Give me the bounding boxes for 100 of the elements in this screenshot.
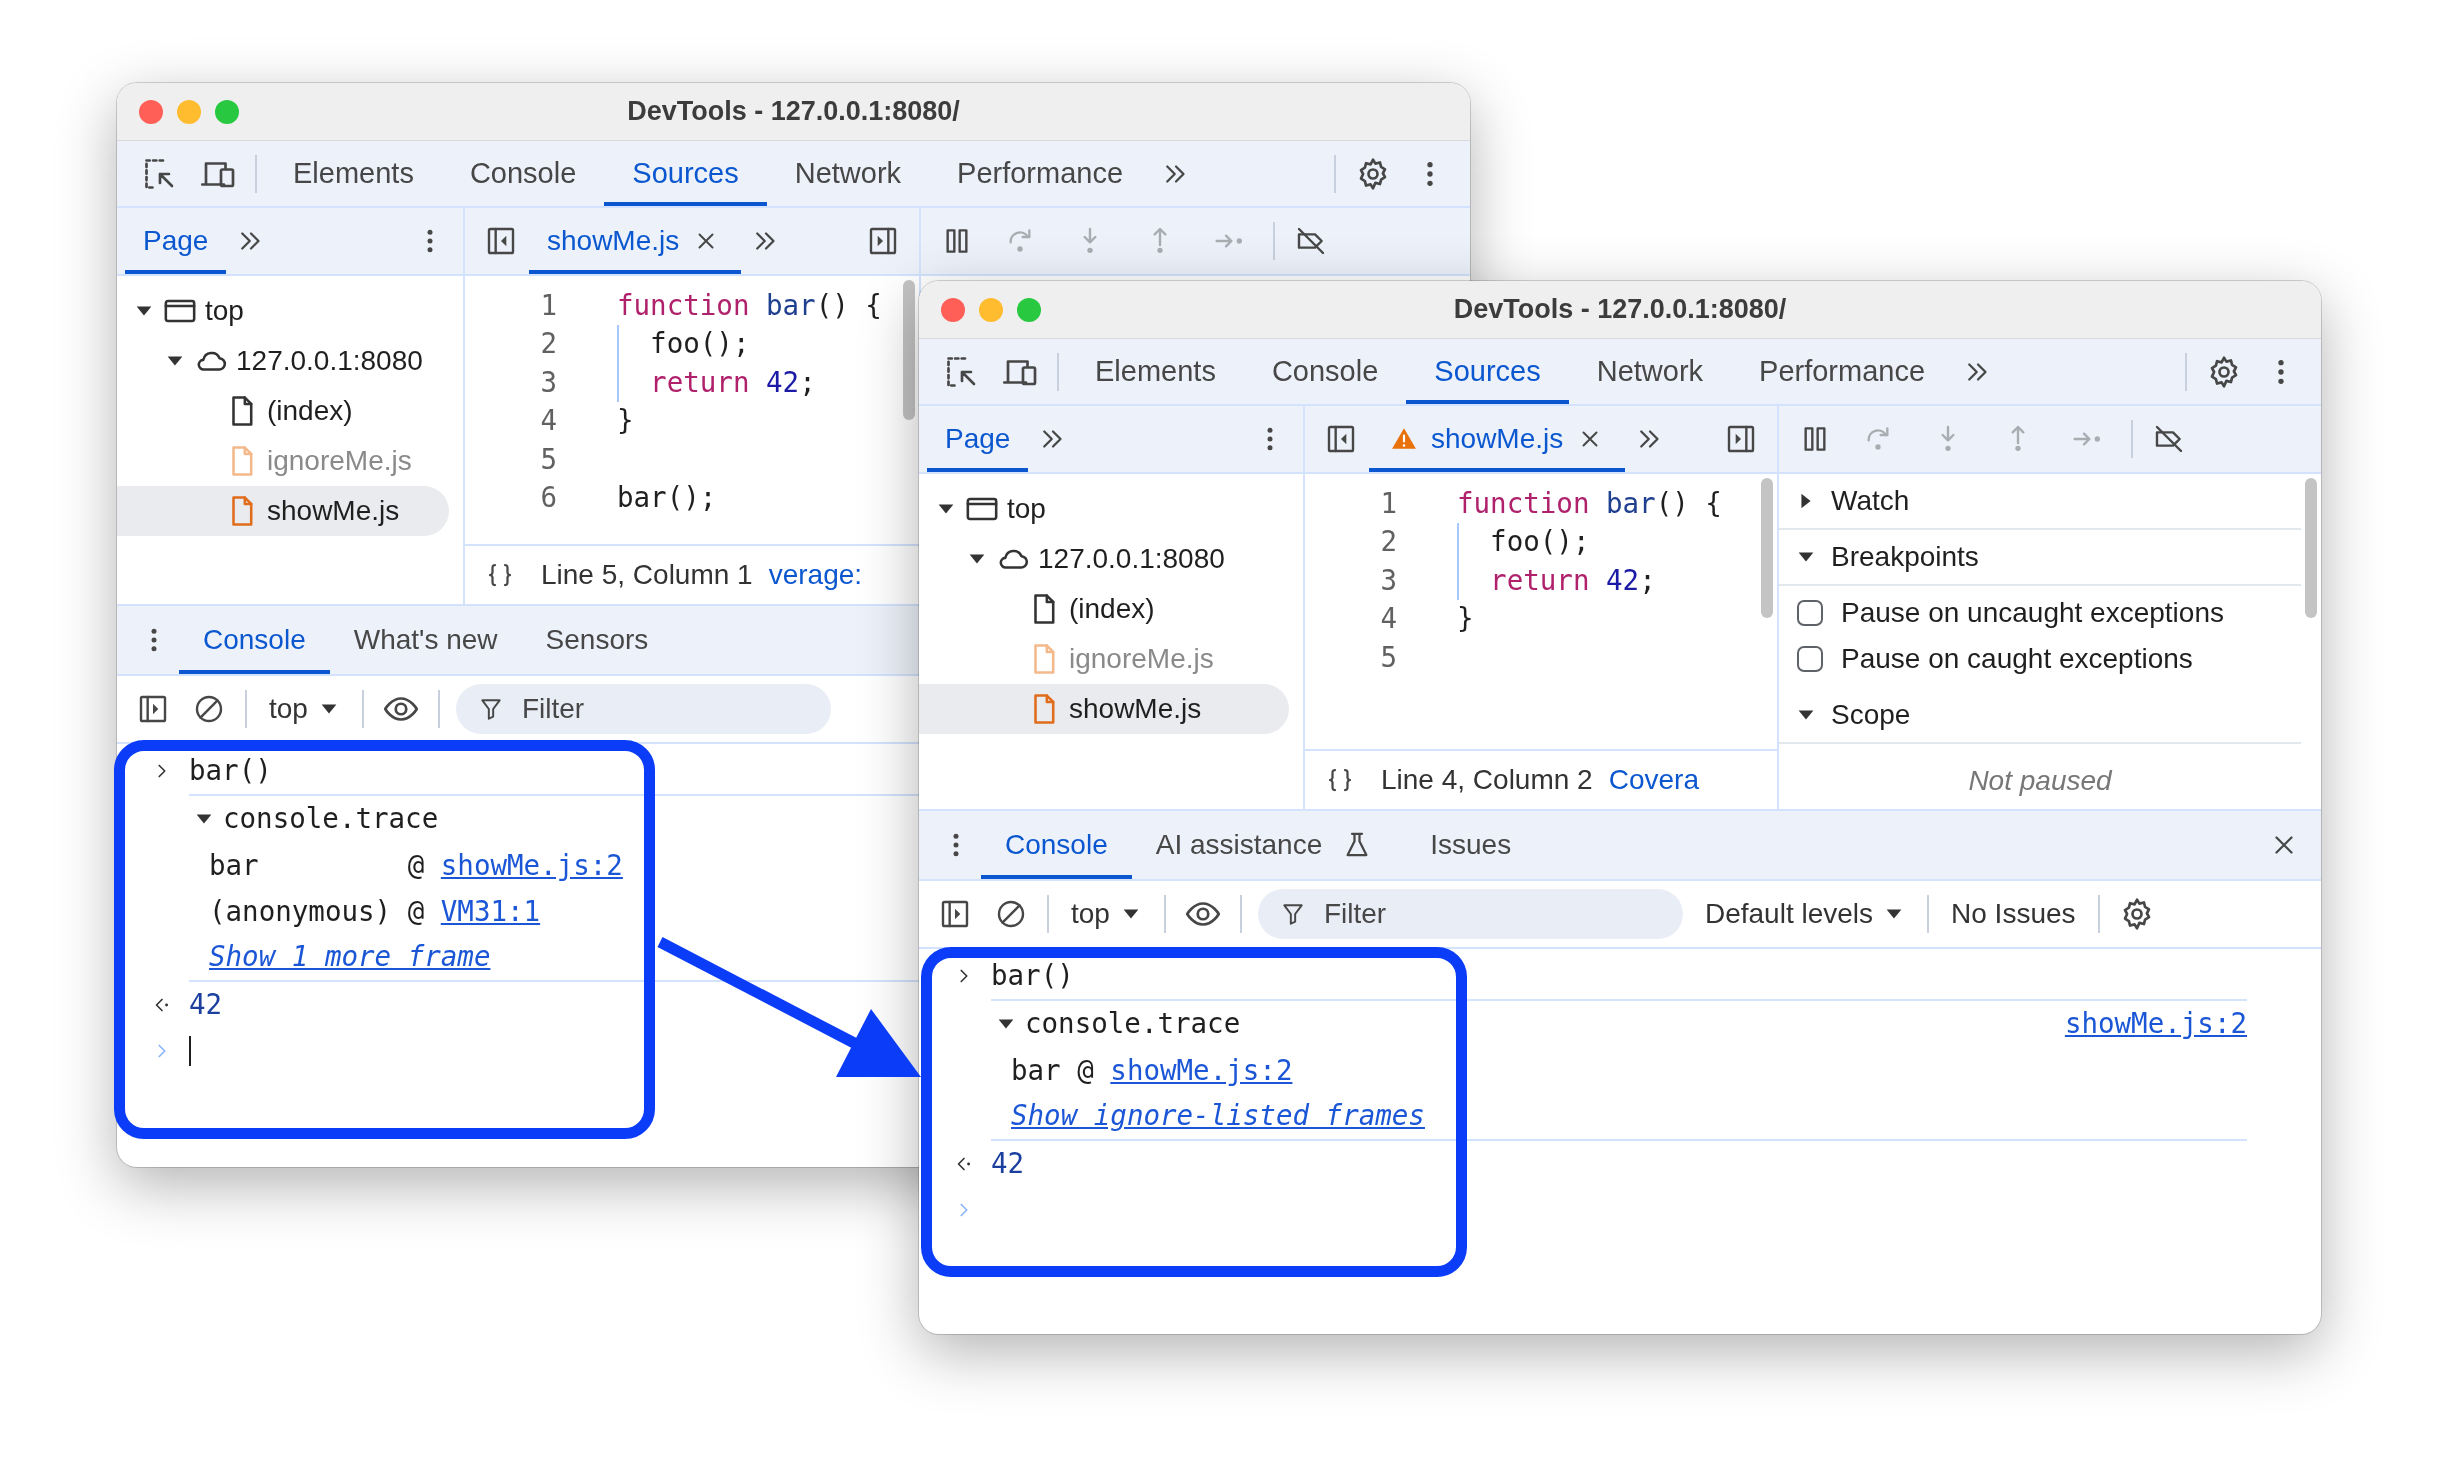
section-header[interactable]: Scope [1779, 688, 2301, 744]
trace-label: console.trace [1025, 1006, 1241, 1042]
panel-tab[interactable]: Elements [1067, 339, 1244, 404]
deactivate-breakpoints-icon[interactable] [2153, 423, 2185, 455]
line-number: 5 [1379, 639, 1397, 675]
at-sign: @ [407, 894, 425, 929]
context-dropdown[interactable]: top [255, 688, 354, 730]
tree-item[interactable]: top [117, 286, 449, 336]
result-value: 42 [189, 987, 223, 1023]
filter-input[interactable]: Filter [1321, 892, 1665, 936]
show-frames-link[interactable]: Show ignore-listed frames [1011, 1095, 1425, 1137]
tree-item[interactable]: (index) [117, 386, 449, 436]
section-header[interactable]: Breakpoints [1779, 530, 2301, 586]
line-number: 3 [539, 364, 557, 400]
window-title: DevTools - 127.0.0.1:8080/ [1453, 293, 1787, 327]
line-number: 3 [1379, 562, 1397, 598]
cursor-position: Line 4, Column 2 [1381, 763, 1593, 797]
source-link[interactable]: showMe.js:2 [2064, 1003, 2247, 1045]
scrollbar-thumb[interactable] [2305, 478, 2317, 618]
clear-console-icon[interactable] [193, 693, 225, 725]
command-text: bar() [991, 958, 1074, 994]
code-line: function bar() { [1457, 485, 1722, 521]
context-dropdown[interactable]: top [1057, 893, 1156, 935]
source-link[interactable]: showMe.js:2 [440, 842, 623, 888]
line-number: 2 [1379, 524, 1397, 560]
panel-tab[interactable]: Performance [929, 141, 1152, 206]
navigator-tab[interactable]: Page [125, 208, 227, 274]
function-name: (anonymous) [209, 894, 392, 929]
sidebar-toggle-icon[interactable] [939, 898, 971, 930]
tree-item[interactable]: top [919, 484, 1289, 534]
deactivate-breakpoints-icon[interactable] [1295, 225, 1327, 257]
panel-tab[interactable]: Network [1568, 339, 1732, 404]
result-value: 42 [991, 1146, 1025, 1182]
line-number: 1 [1379, 485, 1397, 521]
at-sign: @ [1077, 1053, 1094, 1088]
window-close-button[interactable] [139, 99, 163, 124]
panel-tab[interactable]: Performance [1731, 339, 1954, 404]
line-number: 4 [1379, 601, 1397, 637]
panel-tab[interactable]: Console [441, 141, 605, 206]
tree-item[interactable]: showMe.js [117, 486, 449, 536]
line-number: 1 [539, 287, 557, 323]
checkbox[interactable] [1797, 646, 1823, 672]
source-link[interactable]: VM31:1 [440, 888, 623, 934]
panel-tab[interactable]: Console [1243, 339, 1407, 404]
checkbox[interactable] [1797, 600, 1823, 626]
coverage-link[interactable]: Covera [1608, 759, 1699, 801]
code-line: function bar() { [617, 287, 882, 323]
function-name: bar [209, 848, 260, 883]
panel-tab[interactable]: Network [766, 141, 930, 206]
drawer-tab[interactable]: Issues [1406, 811, 1536, 879]
line-number: 2 [539, 326, 557, 362]
tree-item[interactable]: (index) [919, 584, 1289, 634]
cursor-position: Line 5, Column 1 [541, 558, 753, 592]
window-close-button[interactable] [941, 297, 965, 322]
code-line: foo(); [1457, 522, 1590, 561]
section-header[interactable]: Watch [1779, 474, 2301, 530]
file-tab[interactable]: showMe.js [1369, 406, 1626, 472]
sidebar-toggle-icon[interactable] [1725, 423, 1757, 455]
show-frames-link[interactable]: Show 1 more frame [209, 936, 491, 978]
code-line: } [617, 403, 634, 439]
code-line: bar(); [617, 480, 717, 516]
drawer-tab[interactable]: Sensors [521, 606, 673, 674]
file-tab[interactable]: showMe.js [529, 208, 742, 274]
checkbox-label: Pause on uncaught exceptions [1841, 596, 2224, 630]
panel-tab[interactable]: Elements [265, 141, 442, 206]
drawer-tab[interactable]: Console [981, 811, 1132, 879]
checkbox-label: Pause on caught exceptions [1841, 642, 2193, 676]
code-line: } [1457, 601, 1474, 637]
drawer-tab[interactable]: AI assistance [1131, 811, 1407, 879]
trace-label: console.trace [223, 801, 439, 837]
function-name: bar [1011, 1053, 1061, 1088]
line-number: 5 [539, 441, 557, 477]
command-text: bar() [189, 753, 272, 789]
tree-item[interactable]: 127.0.0.1:8080 [919, 534, 1289, 584]
tree-item[interactable]: showMe.js [919, 684, 1289, 734]
coverage-link[interactable]: verage: [768, 554, 863, 596]
line-number: 4 [539, 403, 557, 439]
code-line: return 42; [1457, 561, 1656, 600]
sidebar-toggle-icon[interactable] [485, 225, 517, 257]
drawer-tab[interactable]: What's new [329, 606, 522, 674]
issues-button[interactable]: No Issues [1937, 893, 2090, 935]
source-link[interactable]: showMe.js:2 [1110, 1047, 1293, 1093]
scrollbar-thumb[interactable] [1761, 478, 1773, 618]
at-sign: @ [407, 848, 425, 883]
sidebar-toggle-icon[interactable] [1325, 423, 1357, 455]
drawer-tab[interactable]: Console [179, 606, 330, 674]
scrollbar-thumb[interactable] [903, 280, 915, 420]
navigator-tab[interactable]: Page [927, 406, 1029, 472]
filter-input[interactable]: Filter [519, 687, 813, 731]
line-number: 6 [539, 480, 557, 516]
sidebar-toggle-icon[interactable] [137, 693, 169, 725]
tree-item[interactable]: 127.0.0.1:8080 [117, 336, 449, 386]
levels-dropdown[interactable]: Default levels [1690, 893, 1920, 935]
code-line: return 42; [617, 363, 816, 402]
clear-console-icon[interactable] [995, 898, 1027, 930]
window-title: DevTools - 127.0.0.1:8080/ [627, 95, 960, 129]
code-line: foo(); [617, 324, 750, 363]
filter-field[interactable]: Filter [1257, 889, 1683, 939]
sidebar-toggle-icon[interactable] [867, 225, 899, 257]
filter-field[interactable]: Filter [455, 684, 831, 734]
